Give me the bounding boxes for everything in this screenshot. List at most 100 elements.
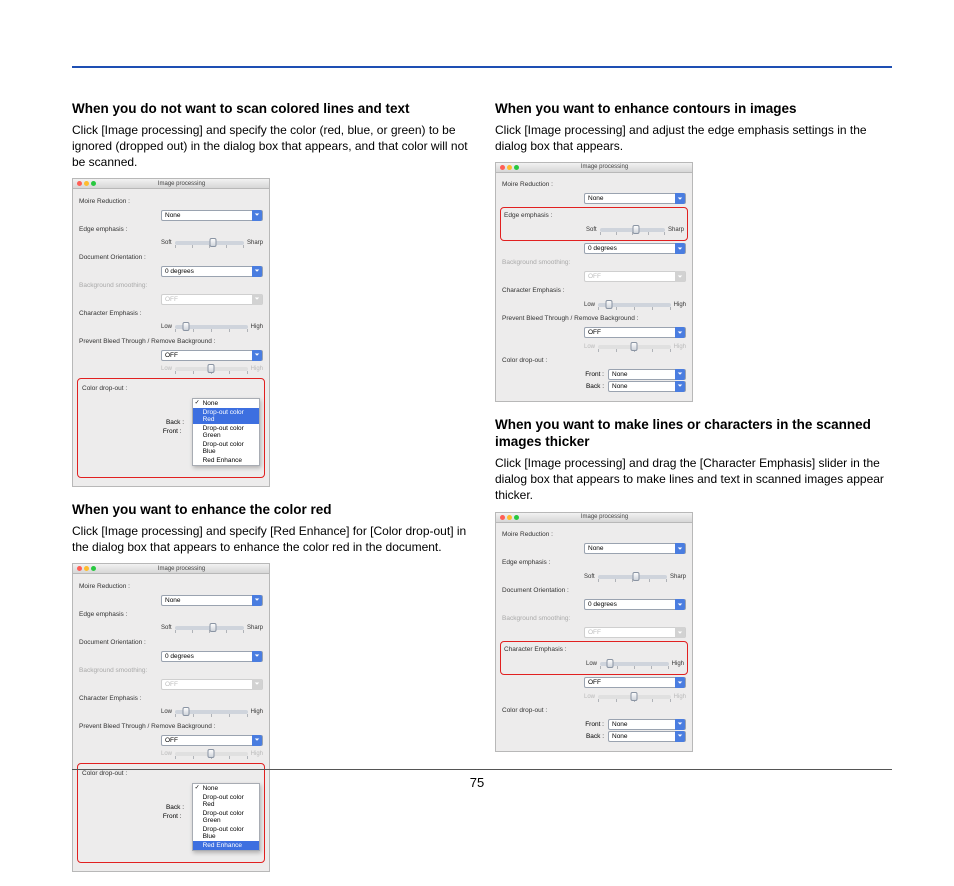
edge-label: Edge emphasis : bbox=[502, 559, 584, 566]
dropout-menu[interactable]: None Drop-out color Red Drop-out color G… bbox=[192, 398, 260, 466]
close-icon[interactable] bbox=[500, 165, 505, 170]
dropout-front-select[interactable]: None bbox=[608, 369, 686, 380]
chevron-down-icon bbox=[252, 350, 262, 361]
menu-item-none[interactable]: None bbox=[193, 399, 259, 408]
edge-label: Edge emphasis : bbox=[79, 226, 161, 233]
heading: When you want to enhance contours in ima… bbox=[495, 100, 892, 118]
front-label: Front : bbox=[584, 721, 608, 728]
section-contours: When you want to enhance contours in ima… bbox=[495, 100, 892, 402]
minimize-icon[interactable] bbox=[84, 181, 89, 186]
chevron-down-icon bbox=[252, 735, 262, 746]
heading: When you do not want to scan colored lin… bbox=[72, 100, 469, 118]
background-smoothing-label: Background smoothing: bbox=[79, 667, 161, 674]
dialog-title: Image processing bbox=[521, 164, 688, 170]
zoom-icon[interactable] bbox=[91, 566, 96, 571]
moire-label: Moire Reduction : bbox=[502, 531, 584, 538]
dialog-body: Moire Reduction : None Edge emphasis : S… bbox=[496, 523, 692, 751]
minimize-icon[interactable] bbox=[84, 566, 89, 571]
orientation-select[interactable]: 0 degrees bbox=[584, 599, 686, 610]
char-emphasis-label: Character Emphasis : bbox=[504, 646, 586, 653]
chevron-down-icon bbox=[675, 193, 685, 204]
section-char-thicker: When you want to make lines or character… bbox=[495, 416, 892, 752]
chevron-down-icon bbox=[675, 271, 685, 282]
edge-slider[interactable]: Soft Sharp bbox=[161, 625, 263, 631]
front-label: Front : bbox=[162, 813, 186, 820]
edge-slider[interactable]: Soft Sharp bbox=[584, 574, 686, 580]
char-emphasis-label: Character Emphasis : bbox=[79, 310, 161, 317]
front-label: Front : bbox=[584, 371, 608, 378]
back-label: Back : bbox=[584, 383, 608, 390]
char-emphasis-slider[interactable]: Low High bbox=[584, 302, 686, 308]
background-smoothing-select: OFF bbox=[161, 679, 263, 690]
chevron-down-icon bbox=[675, 381, 685, 392]
menu-item-blue[interactable]: Drop-out color Blue bbox=[193, 440, 259, 456]
heading: When you want to make lines or character… bbox=[495, 416, 892, 451]
background-smoothing-select: OFF bbox=[161, 294, 263, 305]
char-emphasis-label: Character Emphasis : bbox=[502, 287, 584, 294]
char-emphasis-label: Character Emphasis : bbox=[79, 695, 161, 702]
moire-label: Moire Reduction : bbox=[79, 583, 161, 590]
highlight-edge-emphasis: Edge emphasis : Soft Sharp bbox=[500, 207, 688, 241]
background-smoothing-label: Background smoothing: bbox=[79, 282, 161, 289]
orientation-label: Document Orientation : bbox=[79, 639, 161, 646]
dropout-back-select[interactable]: None bbox=[608, 381, 686, 392]
moire-select[interactable]: None bbox=[161, 595, 263, 606]
dialog-titlebar: Image processing bbox=[496, 513, 692, 523]
bleed-label: Prevent Bleed Through / Remove Backgroun… bbox=[79, 723, 215, 730]
section-enhance-red: When you want to enhance the color red C… bbox=[72, 501, 469, 872]
moire-label: Moire Reduction : bbox=[502, 181, 584, 188]
bleed-slider: Low High bbox=[584, 694, 686, 700]
moire-select[interactable]: None bbox=[584, 543, 686, 554]
zoom-icon[interactable] bbox=[514, 165, 519, 170]
close-icon[interactable] bbox=[77, 566, 82, 571]
menu-item-red[interactable]: Drop-out color Red bbox=[193, 408, 259, 424]
orientation-select[interactable]: 0 degrees bbox=[161, 651, 263, 662]
menu-item-enhance[interactable]: Red Enhance bbox=[193, 456, 259, 465]
bleed-select[interactable]: OFF bbox=[584, 327, 686, 338]
bleed-slider: Low High bbox=[161, 751, 263, 757]
orientation-select[interactable]: 0 degrees bbox=[584, 243, 686, 254]
minimize-icon[interactable] bbox=[507, 515, 512, 520]
minimize-icon[interactable] bbox=[507, 165, 512, 170]
chevron-down-icon bbox=[675, 369, 685, 380]
chevron-down-icon bbox=[252, 294, 262, 305]
chevron-down-icon bbox=[675, 599, 685, 610]
edge-slider[interactable]: Soft Sharp bbox=[161, 240, 263, 246]
chevron-down-icon bbox=[252, 651, 262, 662]
back-label: Back : bbox=[164, 419, 188, 426]
menu-item-green[interactable]: Drop-out color Green bbox=[193, 809, 259, 825]
dialog-title: Image processing bbox=[521, 514, 688, 520]
menu-item-enhance[interactable]: Red Enhance bbox=[193, 841, 259, 850]
zoom-icon[interactable] bbox=[514, 515, 519, 520]
char-emphasis-slider[interactable]: Low High bbox=[586, 661, 684, 667]
menu-item-red[interactable]: Drop-out color Red bbox=[193, 793, 259, 809]
chevron-down-icon bbox=[252, 679, 262, 690]
bleed-select[interactable]: OFF bbox=[161, 350, 263, 361]
moire-select[interactable]: None bbox=[161, 210, 263, 221]
bleed-select[interactable]: OFF bbox=[584, 677, 686, 688]
zoom-icon[interactable] bbox=[91, 181, 96, 186]
dropout-menu[interactable]: None Drop-out color Red Drop-out color G… bbox=[192, 783, 260, 851]
orientation-select[interactable]: 0 degrees bbox=[161, 266, 263, 277]
menu-item-green[interactable]: Drop-out color Green bbox=[193, 424, 259, 440]
close-icon[interactable] bbox=[77, 181, 82, 186]
edge-slider[interactable]: Soft Sharp bbox=[586, 227, 684, 233]
section-drop-out: When you do not want to scan colored lin… bbox=[72, 100, 469, 487]
body-text: Click [Image processing] and specify the… bbox=[72, 122, 469, 171]
char-emphasis-slider[interactable]: Low High bbox=[161, 324, 263, 330]
moire-label: Moire Reduction : bbox=[79, 198, 161, 205]
moire-select[interactable]: None bbox=[584, 193, 686, 204]
close-icon[interactable] bbox=[500, 515, 505, 520]
dropout-front-select[interactable]: None bbox=[608, 719, 686, 730]
char-emphasis-slider[interactable]: Low High bbox=[161, 709, 263, 715]
bleed-slider: Low High bbox=[584, 344, 686, 350]
bleed-select[interactable]: OFF bbox=[161, 735, 263, 746]
dialog-image-processing: Image processing Moire Reduction : None … bbox=[72, 178, 270, 487]
menu-item-blue[interactable]: Drop-out color Blue bbox=[193, 825, 259, 841]
chevron-down-icon bbox=[675, 719, 685, 730]
highlight-dropout: Color drop-out : Front : None Drop-out c… bbox=[77, 378, 265, 478]
chevron-down-icon bbox=[675, 543, 685, 554]
bleed-label: Prevent Bleed Through / Remove Backgroun… bbox=[79, 338, 215, 345]
dropout-back-select[interactable]: None bbox=[608, 731, 686, 742]
body-text: Click [Image processing] and specify [Re… bbox=[72, 523, 469, 555]
